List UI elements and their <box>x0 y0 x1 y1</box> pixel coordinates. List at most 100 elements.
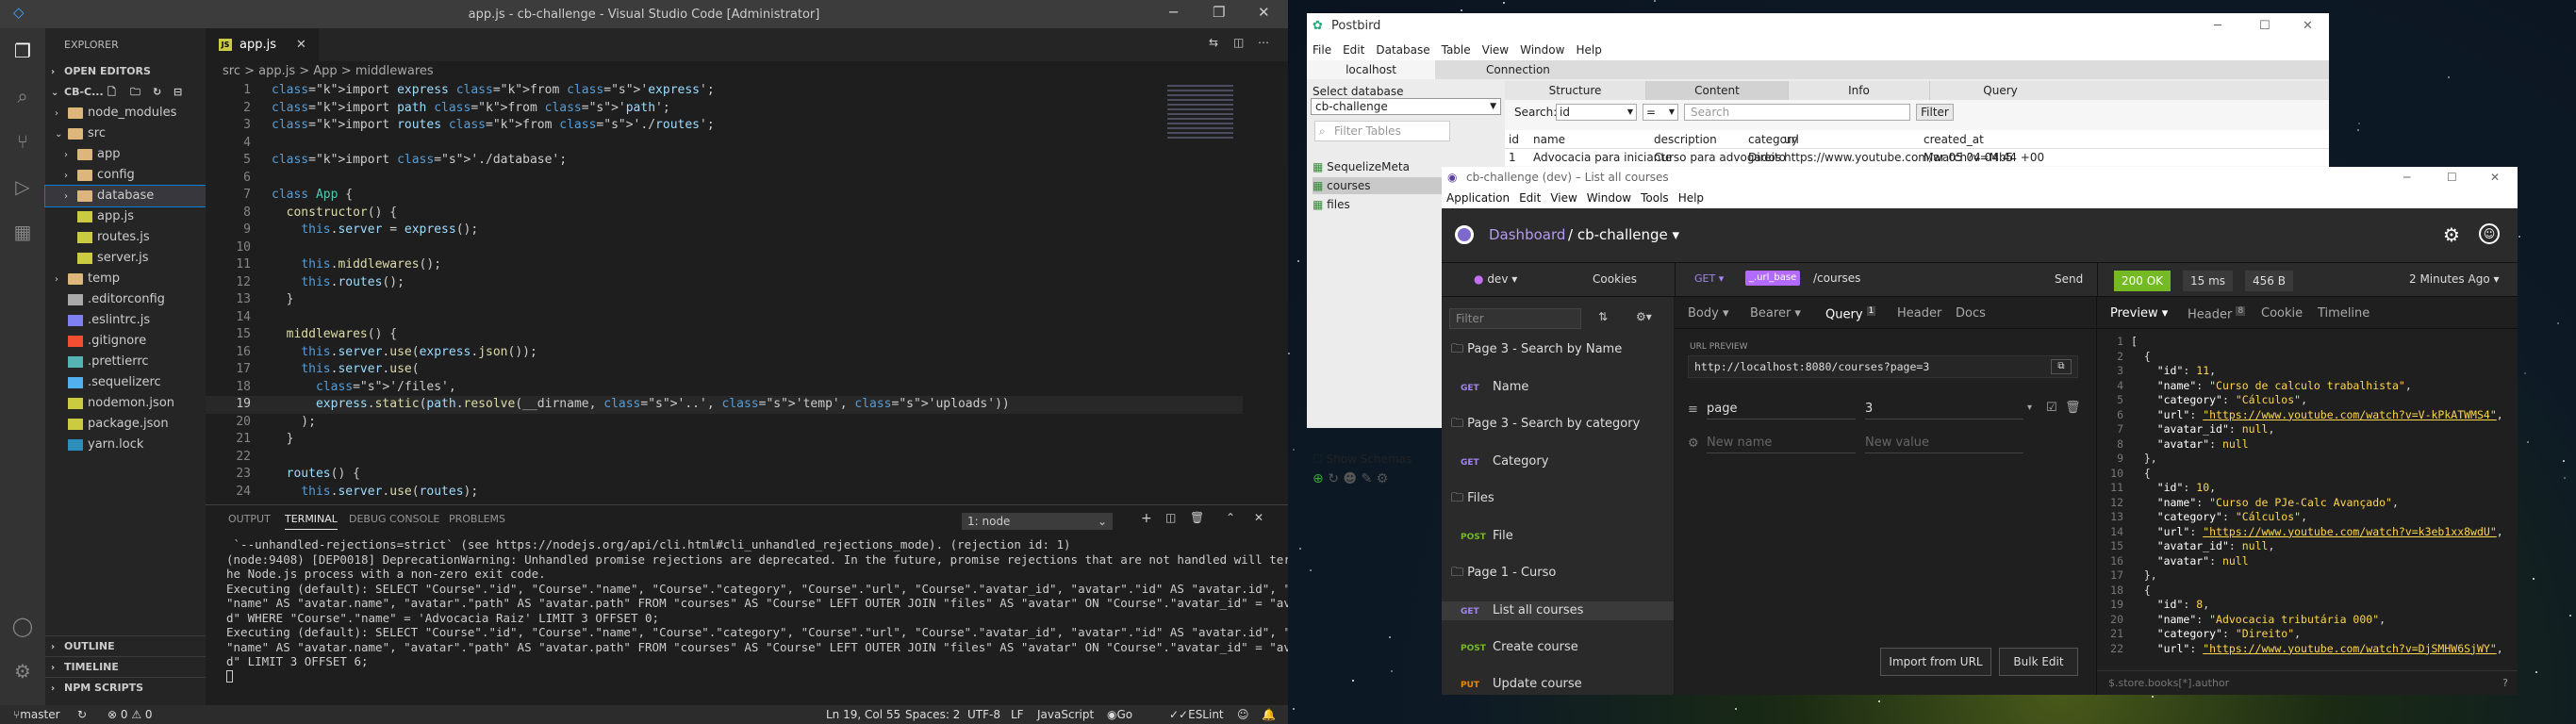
request-item[interactable]: GET Name <box>1451 378 1528 397</box>
tab-header[interactable]: Header 8 <box>2188 306 2246 321</box>
encoding[interactable]: UTF-8 <box>967 705 1000 724</box>
tree-item--eslintrc-js[interactable]: .eslintrc.js <box>45 310 206 331</box>
eslint-indicator[interactable]: ✓✓ ESLint <box>1169 705 1224 724</box>
menu-help[interactable]: Help <box>1576 43 1601 57</box>
tree-item-database[interactable]: › database <box>44 185 206 207</box>
tree-item-app[interactable]: › app <box>45 144 206 165</box>
tab-content[interactable]: Content <box>1646 81 1788 100</box>
tab-terminal[interactable]: TERMINAL <box>285 513 338 530</box>
code-line[interactable]: 1 class="k">import express class="k">from… <box>206 82 1243 100</box>
tab-auth[interactable]: Bearer ▾ <box>1750 306 1801 321</box>
close-icon[interactable]: ✕ <box>1258 4 1270 21</box>
split-editor-icon[interactable]: ◫ <box>1233 36 1244 49</box>
new-terminal-icon[interactable]: + <box>1141 511 1152 526</box>
close-icon[interactable]: ✕ <box>2303 13 2313 40</box>
cursor-position[interactable]: Ln 19, Col 55 <box>826 705 900 724</box>
url-variable-tag[interactable]: _.url_base <box>1745 271 1801 286</box>
preferences-gear-icon[interactable]: ⚙ <box>2443 223 2460 246</box>
menu-edit[interactable]: Edit <box>1343 43 1364 57</box>
code-editor[interactable]: 1 class="k">import express class="k">from… <box>206 82 1243 506</box>
code-line[interactable]: 22 <box>206 449 1243 467</box>
add-icon[interactable]: ⊕ <box>1313 471 1324 486</box>
code-line[interactable]: 13 } <box>206 291 1243 309</box>
account-icon[interactable]: ◯ <box>9 613 36 639</box>
workspace-dropdown[interactable]: / cb-challenge ▾ <box>1568 226 1679 243</box>
end-of-line[interactable]: LF <box>1011 705 1024 724</box>
new-param-value-input[interactable]: New value <box>1865 433 2023 453</box>
tab-problems[interactable]: PROBLEMS <box>449 513 505 525</box>
tree-item-src[interactable]: ⌄ src <box>45 123 206 144</box>
tree-item-server-js[interactable]: server.js <box>45 248 206 269</box>
tree-item-nodemon-json[interactable]: nodemon.json <box>45 393 206 414</box>
project-section[interactable]: ⌄ CB-C... 🗋 🗀 ↻ ⊟ <box>45 82 206 103</box>
filter-button[interactable]: Filter <box>1916 104 1954 121</box>
search-operator-select[interactable]: = ▼ <box>1643 104 1678 121</box>
tree-item-app-js[interactable]: app.js <box>45 206 206 227</box>
problems-indicator[interactable]: ⊗ 0 ⚠ 0 <box>107 705 153 724</box>
tree-item-yarn-lock[interactable]: yarn.lock <box>45 435 206 455</box>
code-line[interactable]: 10 <box>206 239 1243 257</box>
tree-item-package-json[interactable]: package.json <box>45 414 206 435</box>
environment-dropdown[interactable]: ● dev ▾ <box>1474 272 1517 286</box>
tab-debug-console[interactable]: DEBUG CONSOLE <box>349 513 439 525</box>
maximize-icon[interactable]: ☐ <box>2259 13 2271 40</box>
account-icon[interactable]: ☺ <box>2479 223 2500 244</box>
code-line[interactable]: 14 <box>206 309 1243 327</box>
col-description[interactable]: description <box>1654 130 1717 149</box>
settings-icon[interactable]: ⚙ <box>1377 471 1389 486</box>
bulk-edit-button[interactable]: Bulk Edit <box>1999 648 2078 676</box>
code-line[interactable]: 24 this.server.use(routes); <box>206 484 1243 502</box>
tab-docs[interactable]: Docs <box>1956 306 1986 321</box>
code-line[interactable]: 15 middlewares() { <box>206 326 1243 344</box>
new-file-icon[interactable]: 🗋 <box>107 82 116 103</box>
run-debug-icon[interactable]: ▷ <box>9 173 36 200</box>
tab-header[interactable]: Header <box>1897 306 1941 321</box>
search-icon[interactable]: ⌕ <box>9 83 36 109</box>
col-created-at[interactable]: created_at <box>1924 130 1984 149</box>
tree-item-node-modules[interactable]: › node_modules <box>45 103 206 123</box>
terminal-output[interactable]: `--unhandled-rejections=strict` (see htt… <box>206 537 1288 702</box>
request-item[interactable]: GET List all courses <box>1442 601 1674 620</box>
close-panel-icon[interactable]: ✕ <box>1254 511 1263 524</box>
tree-item--prettierrc[interactable]: .prettierrc <box>45 352 206 372</box>
request-item[interactable]: GET Category <box>1451 452 1548 471</box>
response-filter-input[interactable]: $.store.books[*].author? <box>2097 670 2518 695</box>
folder-item[interactable]: 🗀 Page 3 - Search by Name <box>1451 340 1622 359</box>
code-line[interactable]: 4 <box>206 135 1243 153</box>
code-line[interactable]: 17 this.server.use( <box>206 361 1243 379</box>
history-dropdown[interactable]: 2 Minutes Ago ▾ <box>2409 272 2500 286</box>
url-path[interactable]: /courses <box>1813 272 1860 285</box>
folder-item[interactable]: 🗀 Page 3 - Search by category <box>1451 415 1640 434</box>
tree-item--editorconfig[interactable]: .editorconfig <box>45 289 206 310</box>
tab-query[interactable]: Query 1 <box>1825 306 1876 321</box>
import-from-url-button[interactable]: Import from URL <box>1880 648 1991 676</box>
col-url[interactable]: url <box>1784 130 1799 149</box>
minimap[interactable] <box>1167 85 1233 141</box>
menu-view[interactable]: View <box>1482 43 1509 57</box>
menu-window[interactable]: Window <box>1520 43 1564 57</box>
edit-icon[interactable]: ✎ <box>1361 471 1372 486</box>
cookies-button[interactable]: Cookies <box>1593 272 1637 286</box>
show-schemas-checkbox[interactable]: ☐ Show Schemas <box>1313 452 1412 466</box>
npm-scripts-section[interactable]: › NPM SCRIPTS <box>45 677 206 698</box>
param-name-field[interactable]: page <box>1707 399 1856 420</box>
tab-connection[interactable]: Connection <box>1486 60 1550 79</box>
folder-item[interactable]: 🗀 Files <box>1451 489 1494 508</box>
tab-localhost[interactable]: localhost <box>1307 60 1435 79</box>
maximize-icon[interactable]: ☐ <box>2447 167 2457 188</box>
close-icon[interactable]: ✕ <box>2490 167 2500 188</box>
tab-close-icon[interactable]: ✕ <box>296 28 306 61</box>
code-line[interactable]: 23 routes() { <box>206 466 1243 484</box>
code-line[interactable]: 5 class="k">import class="s">'./database'… <box>206 152 1243 170</box>
col-id[interactable]: id <box>1509 130 1519 149</box>
new-param-name-input[interactable]: New name <box>1707 433 1856 453</box>
feedback-icon[interactable]: ☺ <box>1237 705 1249 724</box>
new-folder-icon[interactable]: 🗀 <box>130 82 140 103</box>
delete-param-icon[interactable]: 🗑 <box>2065 401 2081 415</box>
code-line[interactable]: 8 constructor() { <box>206 205 1243 222</box>
filter-tables-input[interactable]: ⌕ Filter Tables <box>1314 121 1450 141</box>
sort-icon[interactable]: ⇅ <box>1598 310 1608 323</box>
trash-icon[interactable]: 🗑 <box>1190 511 1204 524</box>
tab-structure[interactable]: Structure <box>1505 81 1646 100</box>
minimize-icon[interactable]: ─ <box>1169 4 1178 21</box>
